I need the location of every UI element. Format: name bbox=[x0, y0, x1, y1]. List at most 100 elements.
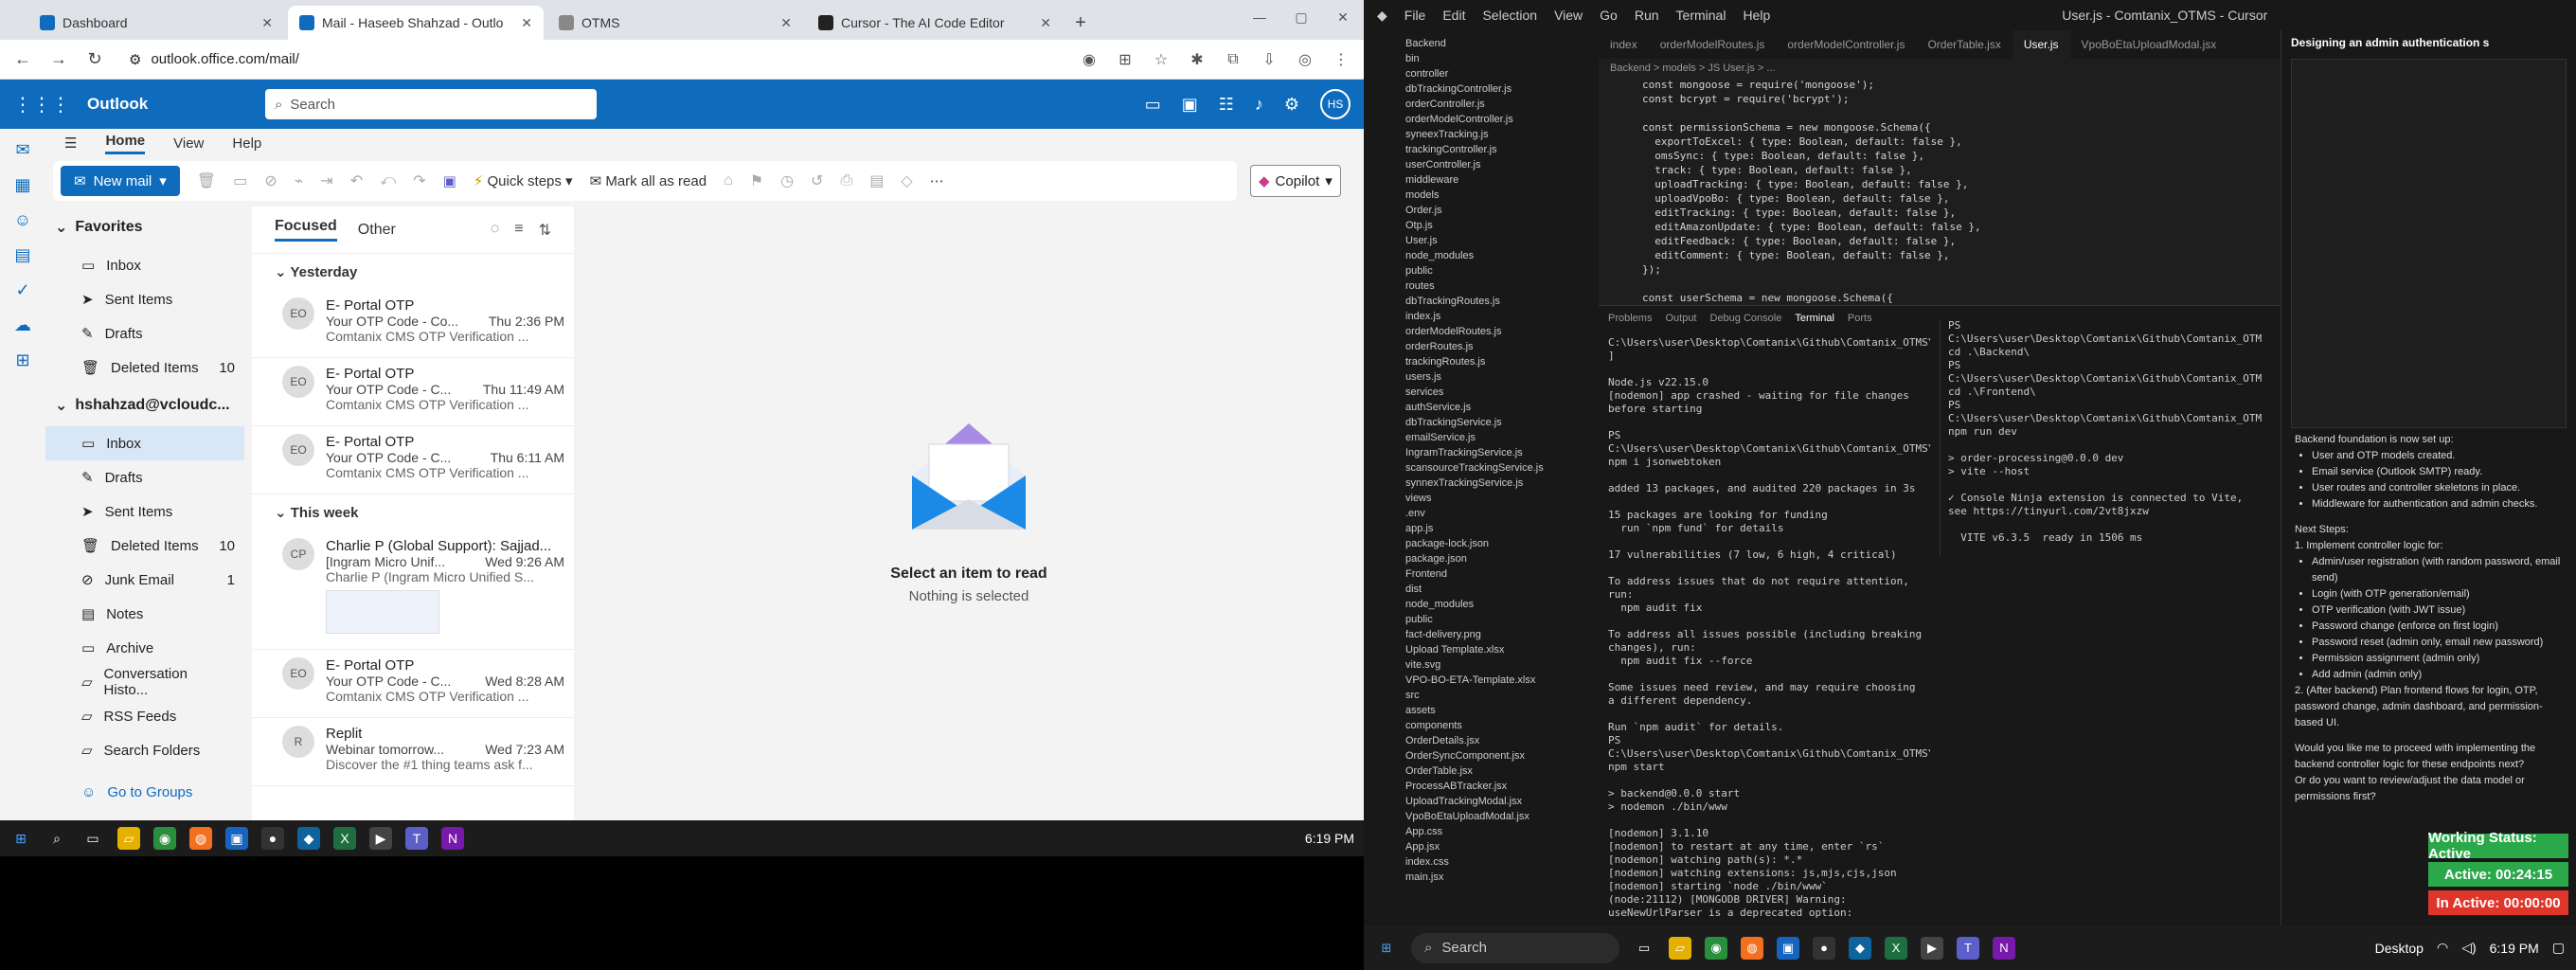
immersive-icon[interactable]: ▤ bbox=[869, 171, 884, 190]
reply-icon[interactable]: ↶ bbox=[350, 171, 363, 190]
explorer-item[interactable]: OrderDetails.jsx bbox=[1398, 733, 1599, 748]
browser-tab-outlook[interactable]: Mail - Haseeb Shahzad - Outlo ✕ bbox=[288, 6, 544, 40]
tab-home[interactable]: Home bbox=[105, 133, 146, 154]
vscode-icon[interactable]: ◆ bbox=[297, 827, 320, 850]
folder-inbox[interactable]: ▭ Inbox bbox=[45, 426, 244, 460]
onenote-icon[interactable]: N bbox=[1993, 936, 2015, 960]
flag-icon[interactable]: ⚑ bbox=[750, 171, 763, 190]
file-explorer-icon[interactable]: ▱ bbox=[1669, 936, 1691, 960]
explorer-item[interactable]: Order.js bbox=[1398, 203, 1599, 218]
explorer-item[interactable]: Backend bbox=[1398, 36, 1599, 51]
apps-icon[interactable]: ⊞ bbox=[15, 350, 29, 370]
explorer-item[interactable]: orderController.js bbox=[1398, 97, 1599, 112]
extensions-icon[interactable]: ✱ bbox=[1186, 50, 1208, 69]
explorer-item[interactable]: src bbox=[1398, 688, 1599, 703]
minimize-icon[interactable]: — bbox=[1239, 0, 1280, 34]
excel-icon[interactable]: X bbox=[1885, 936, 1907, 960]
folder-notes[interactable]: ▤ Notes bbox=[45, 597, 244, 631]
go-to-groups-link[interactable]: ☺ Go to Groups bbox=[45, 775, 244, 809]
menu-help[interactable]: Help bbox=[1743, 8, 1770, 23]
list-item[interactable]: EO E- Portal OTP Your OTP Code - Co... Thu … bbox=[252, 290, 574, 358]
tab-view[interactable]: View bbox=[173, 135, 204, 152]
folder-junk[interactable]: ⊘ Junk Email 1 bbox=[45, 563, 244, 597]
undo-icon[interactable]: ↺ bbox=[811, 171, 823, 190]
explorer-item[interactable]: synnexTrackingService.js bbox=[1398, 476, 1599, 491]
tab-focused[interactable]: Focused bbox=[275, 218, 337, 242]
explorer-item[interactable]: node_modules bbox=[1398, 248, 1599, 263]
folder-archive[interactable]: ▭ Archive bbox=[45, 631, 244, 665]
explorer-item[interactable]: controller bbox=[1398, 66, 1599, 81]
obs-icon[interactable]: ● bbox=[1813, 936, 1835, 960]
folder-deleted[interactable]: 🗑 Deleted Items 10 bbox=[45, 529, 244, 563]
cursor-app-icon[interactable]: ▶ bbox=[369, 827, 392, 850]
terminal-right[interactable]: PS C:\Users\user\Desktop\Comtanix\Github… bbox=[1940, 319, 2262, 556]
explorer-item[interactable]: assets bbox=[1398, 703, 1599, 718]
folder-search[interactable]: ▱ Search Folders bbox=[45, 733, 244, 767]
report-icon[interactable]: ⊘ bbox=[264, 171, 277, 190]
explorer-item[interactable]: middleware bbox=[1398, 172, 1599, 188]
explorer-item[interactable]: VPO-BO-ETA-Template.xlsx bbox=[1398, 673, 1599, 688]
menu-view[interactable]: View bbox=[1554, 8, 1583, 23]
discover-icon[interactable]: ◇ bbox=[901, 171, 912, 190]
notification-icon[interactable]: ▢ bbox=[2552, 940, 2565, 956]
list-item[interactable]: R Replit Webinar tomorrow... Wed 7:23 AM Dis… bbox=[252, 718, 574, 786]
explorer-item[interactable]: userController.js bbox=[1398, 157, 1599, 172]
folder-favorites-inbox[interactable]: ▭ Inbox bbox=[45, 248, 244, 282]
start-icon[interactable]: ⊞ bbox=[9, 827, 32, 850]
explorer-item[interactable]: index.css bbox=[1398, 854, 1599, 870]
files-icon[interactable]: ▤ bbox=[14, 245, 30, 265]
explorer-item[interactable]: fact-delivery.png bbox=[1398, 627, 1599, 642]
explorer-item[interactable]: User.js bbox=[1398, 233, 1599, 248]
new-mail-button[interactable]: ✉ New mail ▾ bbox=[61, 166, 180, 196]
folder-favorites-deleted[interactable]: 🗑 Deleted Items 10 bbox=[45, 350, 244, 385]
group-header-yesterday[interactable]: ⌄ Yesterday bbox=[252, 254, 574, 290]
explorer-item[interactable]: App.css bbox=[1398, 824, 1599, 839]
list-item[interactable]: CP Charlie P (Global Support): Sajjad...[… bbox=[252, 530, 574, 650]
panel-tab[interactable]: Terminal bbox=[1795, 313, 1834, 324]
explorer-item[interactable]: index.js bbox=[1398, 309, 1599, 324]
explorer-item[interactable]: dbTrackingService.js bbox=[1398, 415, 1599, 430]
url-field[interactable]: ⚙ outlook.office.com/mail/ bbox=[119, 45, 1064, 75]
hamburger-icon[interactable]: ☰ bbox=[64, 135, 77, 152]
folder-rss[interactable]: ▱ RSS Feeds bbox=[45, 699, 244, 733]
panel-tab[interactable]: Ports bbox=[1848, 313, 1872, 324]
folder-conversation-history[interactable]: ▱ Conversation Histo... bbox=[45, 665, 244, 699]
explorer-item[interactable]: authService.js bbox=[1398, 400, 1599, 415]
explorer-item[interactable]: trackingController.js bbox=[1398, 142, 1599, 157]
menu-terminal[interactable]: Terminal bbox=[1676, 8, 1726, 23]
app-icon[interactable]: ▣ bbox=[1777, 936, 1799, 960]
app-launcher-icon[interactable]: ⋮⋮⋮ bbox=[13, 93, 70, 117]
firefox-icon[interactable]: ◍ bbox=[1741, 936, 1763, 960]
start-icon[interactable]: ⊞ bbox=[1375, 937, 1398, 960]
profile-icon[interactable]: ◎ bbox=[1294, 50, 1316, 69]
install-app-icon[interactable]: ⊞ bbox=[1114, 50, 1136, 69]
editor-tab[interactable]: OrderTable.jsx bbox=[1916, 38, 2012, 51]
explorer-item[interactable]: ProcessABTracker.jsx bbox=[1398, 779, 1599, 794]
puzzle-icon[interactable]: ⧉ bbox=[1222, 51, 1244, 68]
mark-all-read-button[interactable]: ✉ Mark all as read bbox=[590, 172, 707, 189]
folder-favorites-sent[interactable]: ➤ Sent Items bbox=[45, 282, 244, 316]
explorer-item[interactable]: public bbox=[1398, 612, 1599, 627]
avatar[interactable]: HS bbox=[1320, 89, 1351, 119]
explorer-item[interactable]: IngramTrackingService.js bbox=[1398, 445, 1599, 460]
filter-icon[interactable]: ≡ bbox=[514, 221, 523, 240]
attachment-thumbnail[interactable] bbox=[326, 590, 439, 634]
taskbar-search[interactable]: ⌕ Search bbox=[1411, 932, 1619, 963]
reload-icon[interactable]: ↻ bbox=[83, 49, 106, 69]
mail-icon[interactable]: ✉ bbox=[15, 140, 29, 160]
explorer-item[interactable]: OrderSyncComponent.jsx bbox=[1398, 748, 1599, 763]
favorites-header[interactable]: ⌄ Favorites bbox=[45, 207, 244, 248]
explorer-item[interactable]: vite.svg bbox=[1398, 657, 1599, 673]
folder-sent[interactable]: ➤ Sent Items bbox=[45, 494, 244, 529]
menu-file[interactable]: File bbox=[1404, 8, 1426, 23]
delete-icon[interactable]: 🗑 bbox=[197, 171, 216, 190]
app-icon[interactable]: ▣ bbox=[225, 827, 248, 850]
editor-tab[interactable]: index bbox=[1599, 38, 1649, 51]
bookmark-star-icon[interactable]: ☆ bbox=[1150, 50, 1172, 69]
teams-app-icon[interactable]: T bbox=[1957, 936, 1979, 960]
explorer-item[interactable]: orderModelRoutes.js bbox=[1398, 324, 1599, 339]
search-box[interactable]: ⌕ Search bbox=[265, 89, 597, 119]
explorer-item[interactable]: trackingRoutes.js bbox=[1398, 354, 1599, 369]
explorer-item[interactable]: users.js bbox=[1398, 369, 1599, 385]
explorer-item[interactable]: public bbox=[1398, 263, 1599, 278]
